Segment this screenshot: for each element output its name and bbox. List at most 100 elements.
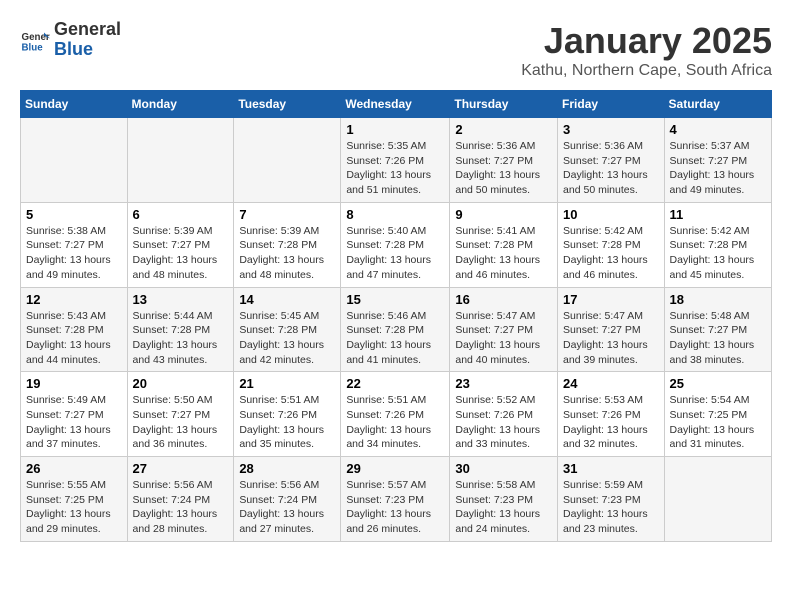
calendar-cell: 17Sunrise: 5:47 AM Sunset: 7:27 PM Dayli… xyxy=(558,287,665,372)
day-info: Sunrise: 5:43 AM Sunset: 7:28 PM Dayligh… xyxy=(26,309,122,368)
calendar-cell: 29 Sunrise: 5:57 AM Sunset: 7:23 PM Dayli… xyxy=(341,457,450,542)
title-section: January 2025 Kathu, Northern Cape, South… xyxy=(521,20,772,80)
calendar-cell: 21Sunrise: 5:51 AM Sunset: 7:26 PM Dayli… xyxy=(234,372,341,457)
calendar-cell: 24 Sunrise: 5:53 AM Sunset: 7:26 PM Dayli… xyxy=(558,372,665,457)
weekday-header-sunday: Sunday xyxy=(21,91,128,118)
day-info: Sunrise: 5:48 AM Sunset: 7:27 PM Dayligh… xyxy=(670,309,766,368)
page-header: General Blue General Blue January 2025 K… xyxy=(20,20,772,80)
day-info: Sunrise: 5:38 AM Sunset: 7:27 PM Dayligh… xyxy=(26,224,122,283)
calendar-cell: 16 Sunrise: 5:47 AM Sunset: 7:27 PM Dayli… xyxy=(450,287,558,372)
day-info: Sunrise: 5:47 AM Sunset: 7:27 PM Dayligh… xyxy=(455,309,552,368)
calendar-cell: 13Sunrise: 5:44 AM Sunset: 7:28 PM Dayli… xyxy=(127,287,234,372)
day-number: 1 xyxy=(346,122,444,137)
day-info: Sunrise: 5:42 AM Sunset: 7:28 PM Dayligh… xyxy=(563,224,659,283)
day-info: Sunrise: 5:45 AM Sunset: 7:28 PM Dayligh… xyxy=(239,309,335,368)
day-number: 18 xyxy=(670,292,766,307)
calendar-cell: 5Sunrise: 5:38 AM Sunset: 7:27 PM Daylig… xyxy=(21,202,128,287)
calendar-cell: 26Sunrise: 5:55 AM Sunset: 7:25 PM Dayli… xyxy=(21,457,128,542)
calendar-cell: 11 Sunrise: 5:42 AM Sunset: 7:28 PM Dayli… xyxy=(664,202,771,287)
day-number: 16 xyxy=(455,292,552,307)
day-number: 28 xyxy=(239,461,335,476)
day-number: 15 xyxy=(346,292,444,307)
day-info: Sunrise: 5:59 AM Sunset: 7:23 PM Dayligh… xyxy=(563,478,659,537)
calendar-week-row: 26Sunrise: 5:55 AM Sunset: 7:25 PM Dayli… xyxy=(21,457,772,542)
svg-text:General: General xyxy=(22,32,51,43)
calendar-subtitle: Kathu, Northern Cape, South Africa xyxy=(521,62,772,80)
day-info: Sunrise: 5:54 AM Sunset: 7:25 PM Dayligh… xyxy=(670,393,766,452)
calendar-title: January 2025 xyxy=(521,20,772,62)
calendar-cell: 25Sunrise: 5:54 AM Sunset: 7:25 PM Dayli… xyxy=(664,372,771,457)
day-number: 24 xyxy=(563,376,659,391)
calendar-week-row: 1 Sunrise: 5:35 AM Sunset: 7:26 PM Daylig… xyxy=(21,118,772,203)
day-info: Sunrise: 5:53 AM Sunset: 7:26 PM Dayligh… xyxy=(563,393,659,452)
day-number: 19 xyxy=(26,376,122,391)
calendar-cell: 22 Sunrise: 5:51 AM Sunset: 7:26 PM Dayli… xyxy=(341,372,450,457)
day-info: Sunrise: 5:56 AM Sunset: 7:24 PM Dayligh… xyxy=(133,478,229,537)
weekday-header-monday: Monday xyxy=(127,91,234,118)
day-info: Sunrise: 5:35 AM Sunset: 7:26 PM Dayligh… xyxy=(346,139,444,198)
calendar-cell: 9 Sunrise: 5:41 AM Sunset: 7:28 PM Daylig… xyxy=(450,202,558,287)
day-number: 27 xyxy=(133,461,229,476)
day-info: Sunrise: 5:36 AM Sunset: 7:27 PM Dayligh… xyxy=(563,139,659,198)
day-info: Sunrise: 5:42 AM Sunset: 7:28 PM Dayligh… xyxy=(670,224,766,283)
calendar-cell: 18 Sunrise: 5:48 AM Sunset: 7:27 PM Dayli… xyxy=(664,287,771,372)
day-number: 9 xyxy=(455,207,552,222)
svg-text:Blue: Blue xyxy=(22,42,44,53)
logo: General Blue General Blue xyxy=(20,20,121,60)
day-info: Sunrise: 5:50 AM Sunset: 7:27 PM Dayligh… xyxy=(133,393,229,452)
day-info: Sunrise: 5:40 AM Sunset: 7:28 PM Dayligh… xyxy=(346,224,444,283)
day-number: 31 xyxy=(563,461,659,476)
calendar-cell xyxy=(234,118,341,203)
calendar-cell: 20 Sunrise: 5:50 AM Sunset: 7:27 PM Dayli… xyxy=(127,372,234,457)
calendar-cell: 6Sunrise: 5:39 AM Sunset: 7:27 PM Daylig… xyxy=(127,202,234,287)
calendar-cell: 30Sunrise: 5:58 AM Sunset: 7:23 PM Dayli… xyxy=(450,457,558,542)
day-number: 3 xyxy=(563,122,659,137)
calendar-cell: 2Sunrise: 5:36 AM Sunset: 7:27 PM Daylig… xyxy=(450,118,558,203)
day-info: Sunrise: 5:41 AM Sunset: 7:28 PM Dayligh… xyxy=(455,224,552,283)
calendar-cell: 14 Sunrise: 5:45 AM Sunset: 7:28 PM Dayli… xyxy=(234,287,341,372)
calendar-cell: 31 Sunrise: 5:59 AM Sunset: 7:23 PM Dayli… xyxy=(558,457,665,542)
calendar-cell: 7 Sunrise: 5:39 AM Sunset: 7:28 PM Daylig… xyxy=(234,202,341,287)
day-number: 30 xyxy=(455,461,552,476)
weekday-header-saturday: Saturday xyxy=(664,91,771,118)
weekday-header-row: SundayMondayTuesdayWednesdayThursdayFrid… xyxy=(21,91,772,118)
calendar-cell: 12 Sunrise: 5:43 AM Sunset: 7:28 PM Dayli… xyxy=(21,287,128,372)
calendar-cell: 19 Sunrise: 5:49 AM Sunset: 7:27 PM Dayli… xyxy=(21,372,128,457)
calendar-week-row: 19 Sunrise: 5:49 AM Sunset: 7:27 PM Dayli… xyxy=(21,372,772,457)
calendar-cell: 23Sunrise: 5:52 AM Sunset: 7:26 PM Dayli… xyxy=(450,372,558,457)
day-info: Sunrise: 5:49 AM Sunset: 7:27 PM Dayligh… xyxy=(26,393,122,452)
weekday-header-friday: Friday xyxy=(558,91,665,118)
day-info: Sunrise: 5:51 AM Sunset: 7:26 PM Dayligh… xyxy=(239,393,335,452)
day-info: Sunrise: 5:57 AM Sunset: 7:23 PM Dayligh… xyxy=(346,478,444,537)
day-number: 6 xyxy=(133,207,229,222)
day-number: 8 xyxy=(346,207,444,222)
weekday-header-wednesday: Wednesday xyxy=(341,91,450,118)
day-info: Sunrise: 5:37 AM Sunset: 7:27 PM Dayligh… xyxy=(670,139,766,198)
calendar-week-row: 5Sunrise: 5:38 AM Sunset: 7:27 PM Daylig… xyxy=(21,202,772,287)
day-info: Sunrise: 5:51 AM Sunset: 7:26 PM Dayligh… xyxy=(346,393,444,452)
day-info: Sunrise: 5:36 AM Sunset: 7:27 PM Dayligh… xyxy=(455,139,552,198)
calendar-cell: 8 Sunrise: 5:40 AM Sunset: 7:28 PM Daylig… xyxy=(341,202,450,287)
day-number: 29 xyxy=(346,461,444,476)
day-number: 20 xyxy=(133,376,229,391)
calendar-cell xyxy=(664,457,771,542)
day-number: 12 xyxy=(26,292,122,307)
logo-text: General Blue xyxy=(54,20,121,60)
calendar-cell xyxy=(21,118,128,203)
calendar-cell: 3 Sunrise: 5:36 AM Sunset: 7:27 PM Daylig… xyxy=(558,118,665,203)
calendar-week-row: 12 Sunrise: 5:43 AM Sunset: 7:28 PM Dayli… xyxy=(21,287,772,372)
day-info: Sunrise: 5:39 AM Sunset: 7:28 PM Dayligh… xyxy=(239,224,335,283)
calendar-cell: 4 Sunrise: 5:37 AM Sunset: 7:27 PM Daylig… xyxy=(664,118,771,203)
day-number: 11 xyxy=(670,207,766,222)
day-number: 7 xyxy=(239,207,335,222)
day-info: Sunrise: 5:52 AM Sunset: 7:26 PM Dayligh… xyxy=(455,393,552,452)
day-number: 10 xyxy=(563,207,659,222)
calendar-cell: 28Sunrise: 5:56 AM Sunset: 7:24 PM Dayli… xyxy=(234,457,341,542)
calendar-cell xyxy=(127,118,234,203)
weekday-header-thursday: Thursday xyxy=(450,91,558,118)
day-number: 4 xyxy=(670,122,766,137)
day-number: 14 xyxy=(239,292,335,307)
day-number: 22 xyxy=(346,376,444,391)
calendar-cell: 1 Sunrise: 5:35 AM Sunset: 7:26 PM Daylig… xyxy=(341,118,450,203)
day-info: Sunrise: 5:44 AM Sunset: 7:28 PM Dayligh… xyxy=(133,309,229,368)
